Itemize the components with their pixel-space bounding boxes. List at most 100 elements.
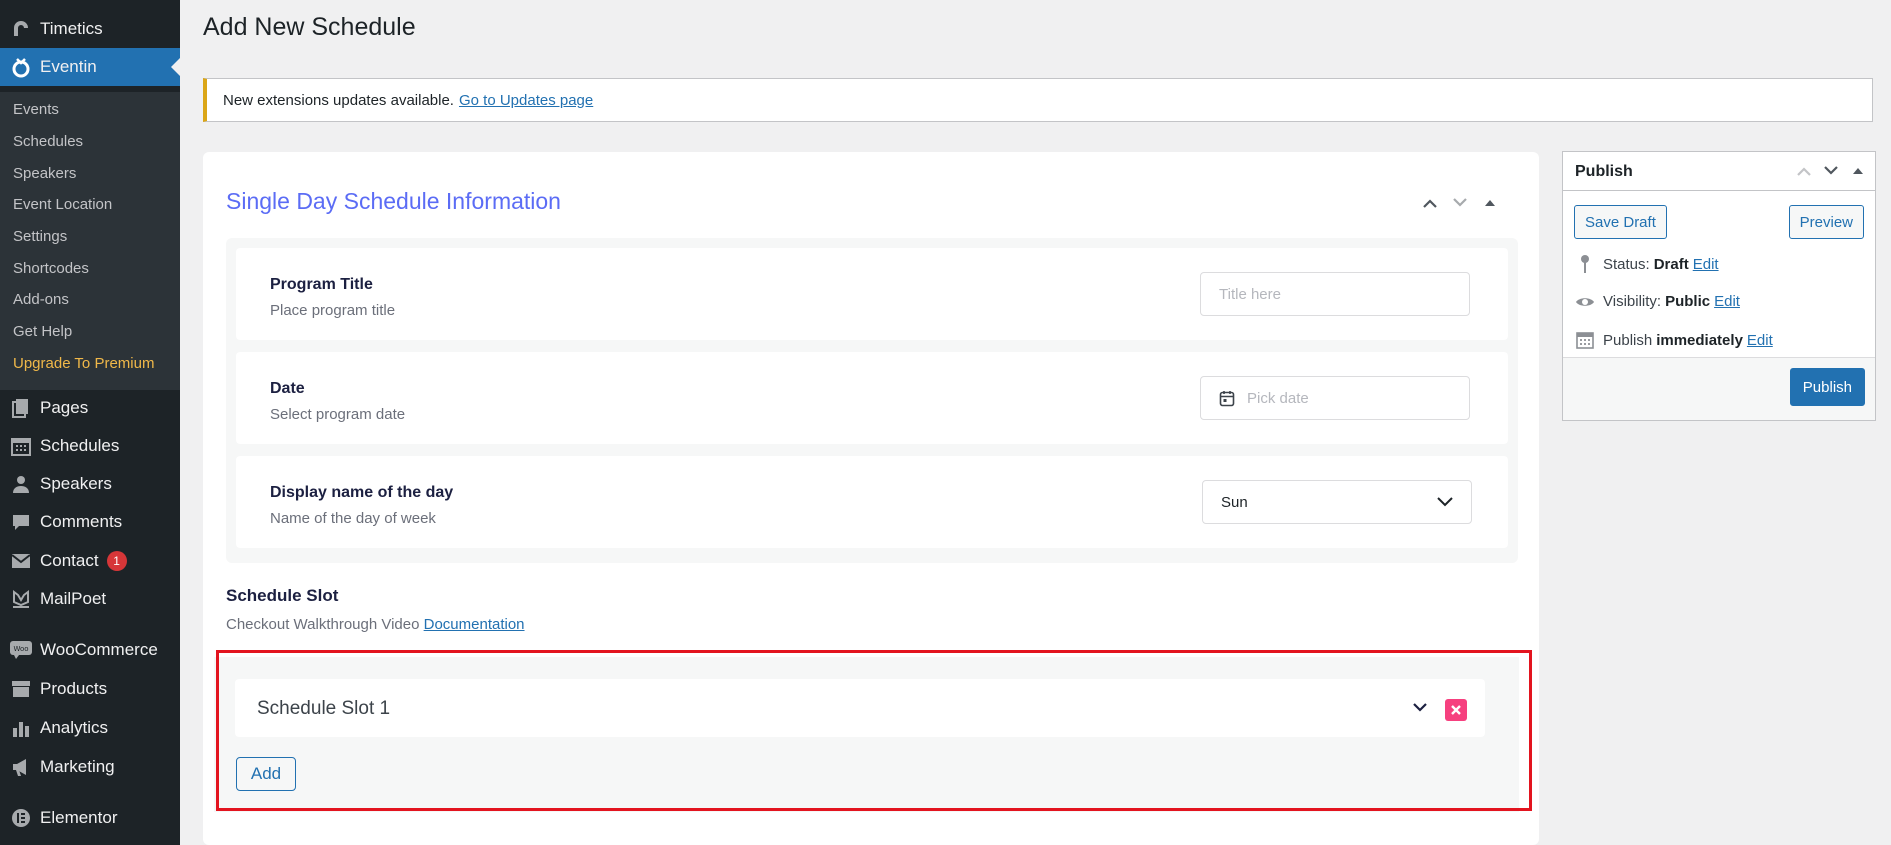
menu-item-woocommerce[interactable]: Woo WooCommerce bbox=[0, 631, 180, 669]
menu-label-contact: Contact bbox=[40, 551, 99, 570]
publish-footer: Publish bbox=[1563, 357, 1875, 420]
submenu-settings[interactable]: Settings bbox=[13, 228, 67, 245]
menu-item-mailpoet[interactable]: MailPoet bbox=[0, 580, 180, 618]
publish-title: Publish bbox=[1575, 163, 1633, 180]
archive-icon bbox=[10, 678, 32, 700]
program-title-description: Place program title bbox=[270, 302, 396, 319]
field-program-title: Program Title Place program title bbox=[236, 248, 1508, 340]
menu-item-analytics[interactable]: Analytics bbox=[0, 709, 180, 747]
visibility-value: Public bbox=[1665, 293, 1711, 310]
edit-status-link[interactable]: Edit bbox=[1693, 256, 1719, 273]
submenu-shortcodes[interactable]: Shortcodes bbox=[13, 260, 89, 277]
visibility-row: Visibility: Public Edit bbox=[1575, 293, 1740, 310]
mail-icon bbox=[10, 550, 32, 572]
submenu-get-help[interactable]: Get Help bbox=[13, 323, 72, 340]
timetics-icon bbox=[10, 18, 32, 40]
notice-text: New extensions updates available. bbox=[223, 91, 454, 109]
menu-item-speakers[interactable]: Speakers bbox=[0, 465, 180, 503]
publish-box: Publish Save Draft Preview Status: Draft… bbox=[1562, 151, 1876, 421]
menu-label-elementor: Elementor bbox=[40, 808, 118, 827]
submenu-upgrade-premium[interactable]: Upgrade To Premium bbox=[13, 355, 154, 372]
menu-label-pages: Pages bbox=[40, 398, 89, 417]
publish-controls bbox=[1795, 162, 1867, 180]
documentation-link[interactable]: Documentation bbox=[424, 616, 525, 633]
svg-text:Woo: Woo bbox=[13, 645, 28, 653]
publish-header: Publish bbox=[1563, 152, 1875, 191]
collapse-toggle-icon[interactable] bbox=[1481, 194, 1499, 212]
submenu-events[interactable]: Events bbox=[13, 101, 59, 118]
move-down-icon[interactable] bbox=[1822, 162, 1840, 180]
edit-publish-date-link[interactable]: Edit bbox=[1747, 332, 1773, 349]
move-up-icon[interactable] bbox=[1421, 194, 1439, 212]
menu-label-eventin: Eventin bbox=[40, 57, 97, 76]
elementor-icon bbox=[10, 807, 32, 829]
page-title: Add New Schedule bbox=[203, 13, 416, 41]
chevron-down-icon bbox=[1437, 494, 1453, 511]
menu-label-marketing: Marketing bbox=[40, 757, 115, 776]
submenu-add-ons[interactable]: Add-ons bbox=[13, 291, 69, 308]
calendar-icon bbox=[10, 435, 32, 457]
publish-button[interactable]: Publish bbox=[1789, 368, 1865, 406]
update-notice: New extensions updates available. Go to … bbox=[203, 78, 1873, 122]
menu-item-contact[interactable]: Contact 1 bbox=[0, 542, 180, 580]
menu-item-elementor[interactable]: Elementor bbox=[0, 799, 180, 837]
comment-icon bbox=[10, 511, 32, 533]
submenu-speakers[interactable]: Speakers bbox=[13, 165, 76, 182]
day-select-value: Sun bbox=[1221, 493, 1248, 511]
menu-item-pages[interactable]: Pages bbox=[0, 389, 180, 427]
pages-icon bbox=[10, 397, 32, 419]
mailpoet-icon bbox=[10, 588, 32, 610]
date-description: Select program date bbox=[270, 406, 406, 423]
menu-label-speakers: Speakers bbox=[40, 474, 112, 493]
calendar-icon bbox=[1575, 331, 1595, 349]
pin-icon bbox=[1575, 254, 1595, 274]
menu-label-mailpoet: MailPoet bbox=[40, 589, 107, 608]
publish-label: Publish bbox=[1603, 331, 1653, 349]
submenu-event-location[interactable]: Event Location bbox=[13, 196, 112, 213]
updates-page-link[interactable]: Go to Updates page bbox=[459, 92, 593, 109]
admin-sidebar: Timetics Eventin Events Schedules Speake… bbox=[0, 0, 180, 845]
submenu-schedules[interactable]: Schedules bbox=[13, 133, 83, 150]
day-name-description: Name of the day of week bbox=[270, 510, 436, 527]
eventin-icon bbox=[10, 56, 32, 78]
menu-label-analytics: Analytics bbox=[40, 718, 109, 737]
user-icon bbox=[10, 473, 32, 495]
collapse-toggle-icon[interactable] bbox=[1849, 162, 1867, 180]
status-label: Status: bbox=[1603, 255, 1650, 273]
eventin-submenu: Events Schedules Speakers Event Location… bbox=[0, 92, 180, 390]
menu-item-marketing[interactable]: Marketing bbox=[0, 748, 180, 786]
date-picker-input[interactable]: Pick date bbox=[1200, 376, 1470, 420]
day-select[interactable]: Sun bbox=[1202, 480, 1472, 524]
day-name-label: Display name of the day bbox=[270, 484, 454, 501]
field-date: Date Select program date Pick date bbox=[236, 352, 1508, 444]
status-value: Draft bbox=[1653, 255, 1689, 273]
save-draft-button[interactable]: Save Draft bbox=[1574, 205, 1667, 239]
visibility-label: Visibility: bbox=[1603, 293, 1662, 310]
menu-label-comments: Comments bbox=[40, 512, 123, 531]
menu-item-products[interactable]: Products bbox=[0, 670, 180, 708]
menu-item-timetics[interactable]: Timetics bbox=[0, 10, 180, 48]
program-title-label: Program Title bbox=[270, 276, 373, 293]
menu-item-comments[interactable]: Comments bbox=[0, 503, 180, 541]
fields-wrapper: Program Title Place program title Date S… bbox=[226, 238, 1518, 563]
move-down-icon[interactable] bbox=[1451, 194, 1469, 212]
publish-value: immediately bbox=[1656, 331, 1743, 349]
status-row: Status: Draft Edit bbox=[1575, 254, 1719, 274]
program-title-input[interactable] bbox=[1200, 272, 1470, 316]
calendar-icon bbox=[1219, 390, 1235, 407]
edit-visibility-link[interactable]: Edit bbox=[1714, 293, 1740, 310]
eye-icon bbox=[1575, 295, 1595, 309]
menu-item-eventin[interactable]: Eventin bbox=[0, 48, 180, 86]
menu-label-schedules: Schedules bbox=[40, 436, 120, 455]
field-day-name: Display name of the day Name of the day … bbox=[236, 456, 1508, 548]
menu-label-timetics: Timetics bbox=[40, 19, 103, 38]
highlight-outline bbox=[216, 650, 1532, 811]
menu-label-products: Products bbox=[40, 679, 108, 698]
menu-item-schedules[interactable]: Schedules bbox=[0, 427, 180, 465]
move-up-icon[interactable] bbox=[1795, 162, 1813, 180]
megaphone-icon bbox=[10, 756, 32, 778]
metabox-title: Single Day Schedule Information bbox=[226, 188, 561, 214]
metabox-controls bbox=[1421, 194, 1499, 212]
publish-date-row: Publish immediately Edit bbox=[1575, 331, 1773, 349]
preview-button[interactable]: Preview bbox=[1788, 205, 1864, 239]
